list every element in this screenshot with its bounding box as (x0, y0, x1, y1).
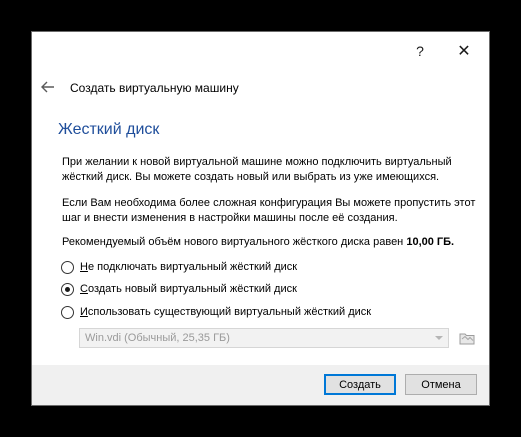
dialog-footer: Создать Отмена (32, 365, 489, 405)
folder-icon (459, 333, 475, 345)
radio-no-disk[interactable]: Не подключать виртуальный жёсткий диск (61, 259, 297, 275)
create-button[interactable]: Создать (324, 374, 396, 395)
existing-disk-select[interactable]: Win.vdi (Обычный, 25,35 ГБ) (79, 328, 449, 348)
chevron-down-icon (435, 336, 443, 340)
wizard-title: Создать виртуальную машину (70, 81, 239, 95)
back-arrow-icon (41, 81, 54, 93)
radio-button-unchecked[interactable] (61, 305, 74, 319)
radio-button-unchecked[interactable] (61, 260, 74, 274)
back-button[interactable] (38, 77, 58, 97)
radio-use-existing-disk-label: Использовать существующий виртуальный жё… (80, 306, 372, 318)
radio-button-checked[interactable] (61, 282, 74, 296)
existing-disk-value: Win.vdi (Обычный, 25,35 ГБ) (85, 332, 230, 344)
cancel-button[interactable]: Отмена (405, 374, 477, 395)
close-icon: ✕ (457, 43, 471, 60)
page-heading: Жесткий диск (58, 121, 160, 138)
radio-no-disk-label: Не подключать виртуальный жёсткий диск (80, 261, 298, 273)
help-button[interactable]: ? (406, 38, 434, 64)
recommended-size-text: Рекомендуемый объём нового виртуального … (62, 235, 487, 250)
recommended-size-label: Рекомендуемый объём нового виртуального … (62, 236, 407, 248)
radio-create-new-disk[interactable]: Создать новый виртуальный жёсткий диск (61, 281, 297, 297)
help-icon: ? (416, 43, 424, 59)
close-button[interactable]: ✕ (450, 38, 478, 64)
create-vm-dialog: ? ✕ Создать виртуальную машину Жесткий д… (31, 31, 490, 406)
description-paragraph: При желании к новой виртуальной машине м… (62, 156, 452, 183)
radio-create-new-disk-label: Создать новый виртуальный жёсткий диск (80, 283, 297, 295)
radio-use-existing-disk[interactable]: Использовать существующий виртуальный жё… (61, 304, 371, 320)
choose-disk-file-button[interactable] (458, 329, 476, 347)
recommended-size-value: 10,00 ГБ. (406, 236, 455, 248)
advanced-config-note: Если Вам необходима более сложная конфиг… (62, 197, 476, 224)
